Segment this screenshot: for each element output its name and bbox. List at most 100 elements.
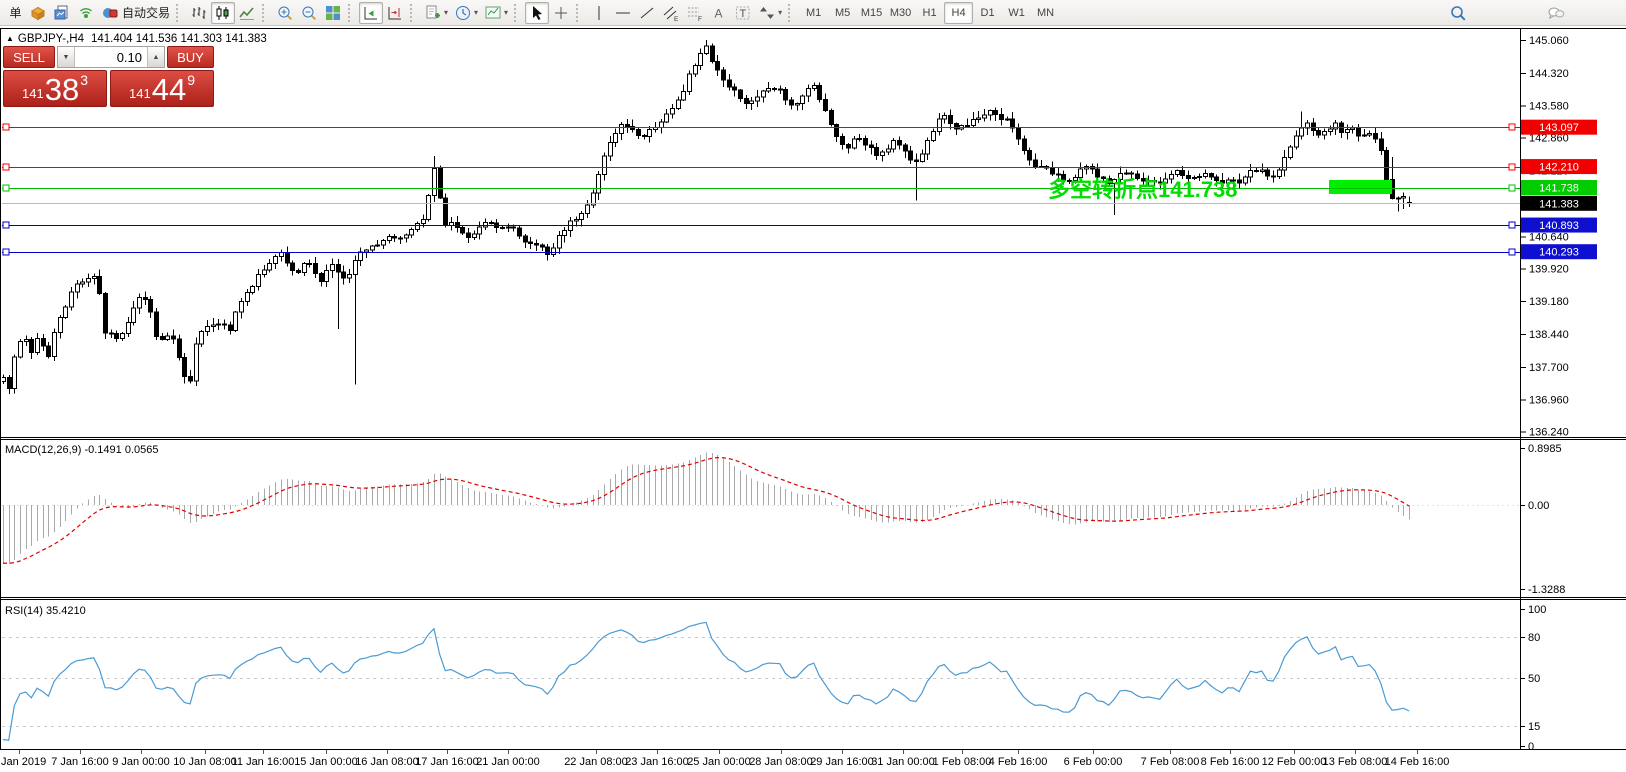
price-axis-label: 136.240 bbox=[1529, 427, 1569, 439]
signals-icon bbox=[77, 4, 95, 22]
time-axis-label: 8 Feb 16:00 bbox=[1201, 756, 1260, 768]
candlestick-chart-button[interactable] bbox=[211, 2, 235, 24]
timeframe-M15-button[interactable]: M15 bbox=[857, 2, 886, 24]
new-order-cn-button[interactable]: 单 bbox=[2, 2, 26, 24]
line-handle[interactable] bbox=[3, 222, 9, 228]
chart-area[interactable]: 多空转折点141.738145.060144.320143.580142.860… bbox=[0, 26, 1626, 772]
trendline-button[interactable] bbox=[635, 2, 659, 24]
line-chart-button[interactable] bbox=[235, 2, 259, 24]
line-handle[interactable] bbox=[3, 164, 9, 170]
line-handle[interactable] bbox=[3, 249, 9, 255]
crosshair-button[interactable] bbox=[549, 2, 573, 24]
line-handle[interactable] bbox=[3, 185, 9, 191]
timeframe-M30-button[interactable]: M30 bbox=[886, 2, 915, 24]
crosshair-icon bbox=[552, 4, 570, 22]
collapse-chart-icon[interactable]: ▲ bbox=[6, 34, 14, 43]
line-handle[interactable] bbox=[1509, 249, 1515, 255]
dropdown-caret-icon[interactable]: ▾ bbox=[504, 8, 508, 17]
volume-increase-icon[interactable]: ▲ bbox=[147, 47, 164, 67]
periods-button[interactable]: ▾ bbox=[451, 2, 481, 24]
text-button[interactable]: A bbox=[707, 2, 731, 24]
buy-price-sup: 9 bbox=[187, 72, 195, 88]
svg-text:T: T bbox=[740, 8, 747, 20]
sell-price[interactable]: 141383 bbox=[3, 70, 107, 107]
new-chart-button[interactable] bbox=[50, 2, 74, 24]
chart-annotation-text[interactable]: 多空转折点141.738 bbox=[1048, 177, 1238, 202]
timeframe-MN-button[interactable]: MN bbox=[1031, 2, 1060, 24]
timeframe-D1-button[interactable]: D1 bbox=[973, 2, 1002, 24]
volume-input[interactable]: 0.10 bbox=[75, 47, 147, 67]
price-badge-value: 143.097 bbox=[1539, 122, 1579, 134]
timeframe-H1-button[interactable]: H1 bbox=[915, 2, 944, 24]
one-click-trading-panel: SELL ▼ 0.10 ▲ BUY 141383 141449 bbox=[3, 46, 214, 107]
vertical-line-button[interactable] bbox=[587, 2, 611, 24]
time-axis-label: 17 Jan 16:00 bbox=[415, 756, 479, 768]
new-order-button[interactable]: ▾ bbox=[421, 2, 451, 24]
time-axis-label: 4 Feb 16:00 bbox=[989, 756, 1048, 768]
line-handle[interactable] bbox=[1509, 164, 1515, 170]
templates-button[interactable]: ▾ bbox=[481, 2, 511, 24]
arrows-button[interactable]: ▾ bbox=[755, 2, 785, 24]
text-label-button[interactable]: T bbox=[731, 2, 755, 24]
time-axis-label: 28 Jan 08:00 bbox=[749, 756, 813, 768]
indicator-axis-label: 100 bbox=[1528, 604, 1546, 616]
horizontal-line-button[interactable] bbox=[611, 2, 635, 24]
fibonacci-button[interactable]: F bbox=[683, 2, 707, 24]
line-handle[interactable] bbox=[1509, 185, 1515, 191]
chart-shift-button[interactable] bbox=[359, 2, 383, 24]
buy-button[interactable]: BUY bbox=[167, 46, 214, 68]
dropdown-caret-icon[interactable]: ▾ bbox=[444, 8, 448, 17]
time-axis-label: 15 Jan 00:00 bbox=[294, 756, 358, 768]
time-axis-label: 29 Jan 16:00 bbox=[810, 756, 874, 768]
price-axis-label: 139.920 bbox=[1529, 263, 1569, 275]
timeframe-M1-label: M1 bbox=[806, 7, 821, 19]
cursor-button[interactable] bbox=[525, 2, 549, 24]
tile-windows-button[interactable] bbox=[321, 2, 345, 24]
buy-price[interactable]: 141449 bbox=[110, 70, 214, 107]
bar-chart-button[interactable] bbox=[187, 2, 211, 24]
candlestick-chart-icon bbox=[214, 4, 232, 22]
price-chart[interactable]: 多空转折点141.738145.060144.320143.580142.860… bbox=[0, 26, 1626, 772]
autotrading-icon bbox=[101, 4, 119, 22]
new-order-icon bbox=[424, 4, 442, 22]
timeframe-M1-button[interactable]: M1 bbox=[799, 2, 828, 24]
zoom-in-icon bbox=[276, 4, 294, 22]
price-badge-value: 140.293 bbox=[1539, 247, 1579, 259]
time-axis-label: 25 Jan 00:00 bbox=[687, 756, 751, 768]
trendline-icon bbox=[638, 4, 656, 22]
price-axis-label: 144.320 bbox=[1529, 68, 1569, 80]
search-button[interactable] bbox=[1446, 2, 1470, 24]
timeframe-W1-button[interactable]: W1 bbox=[1002, 2, 1031, 24]
chat-button[interactable] bbox=[1544, 2, 1568, 24]
timeframe-M5-button[interactable]: M5 bbox=[828, 2, 857, 24]
auto-scroll-button[interactable] bbox=[383, 2, 407, 24]
sell-button[interactable]: SELL bbox=[3, 46, 55, 68]
toolbar-separator bbox=[348, 4, 355, 22]
main-toolbar: 单 自动交易 ▾ ▾ ▾ E FAT ▾ M1 M5M15M30H1H4 D1 W1MN bbox=[0, 0, 1626, 26]
price-badge-value: 140.893 bbox=[1539, 220, 1579, 232]
line-handle[interactable] bbox=[3, 124, 9, 130]
timeframe-D1-label: D1 bbox=[981, 7, 995, 19]
autotrading-label: 自动交易 bbox=[122, 4, 170, 21]
line-handle[interactable] bbox=[1509, 222, 1515, 228]
highlight-rectangle[interactable] bbox=[1329, 180, 1392, 194]
toolbar-separator bbox=[410, 4, 417, 22]
svg-text:F: F bbox=[698, 16, 702, 22]
time-axis-label: 4 Jan 2019 bbox=[0, 756, 46, 768]
dropdown-caret-icon[interactable]: ▾ bbox=[778, 8, 782, 17]
zoom-in-button[interactable] bbox=[273, 2, 297, 24]
signals-button[interactable] bbox=[74, 2, 98, 24]
price-axis-label: 143.580 bbox=[1529, 101, 1569, 113]
price-badge-value: 141.383 bbox=[1539, 198, 1579, 210]
volume-decrease-icon[interactable]: ▼ bbox=[58, 47, 75, 67]
periods-icon bbox=[454, 4, 472, 22]
market-watch-button[interactable] bbox=[26, 2, 50, 24]
autotrading-button[interactable]: 自动交易 bbox=[98, 2, 173, 24]
equidistant-channel-button[interactable]: E bbox=[659, 2, 683, 24]
dropdown-caret-icon[interactable]: ▾ bbox=[474, 8, 478, 17]
zoom-out-button[interactable] bbox=[297, 2, 321, 24]
line-handle[interactable] bbox=[1509, 124, 1515, 130]
timeframe-H4-button[interactable]: H4 bbox=[944, 2, 973, 24]
indicator-axis-label: 50 bbox=[1528, 673, 1540, 685]
time-axis-label: 7 Jan 16:00 bbox=[51, 756, 109, 768]
